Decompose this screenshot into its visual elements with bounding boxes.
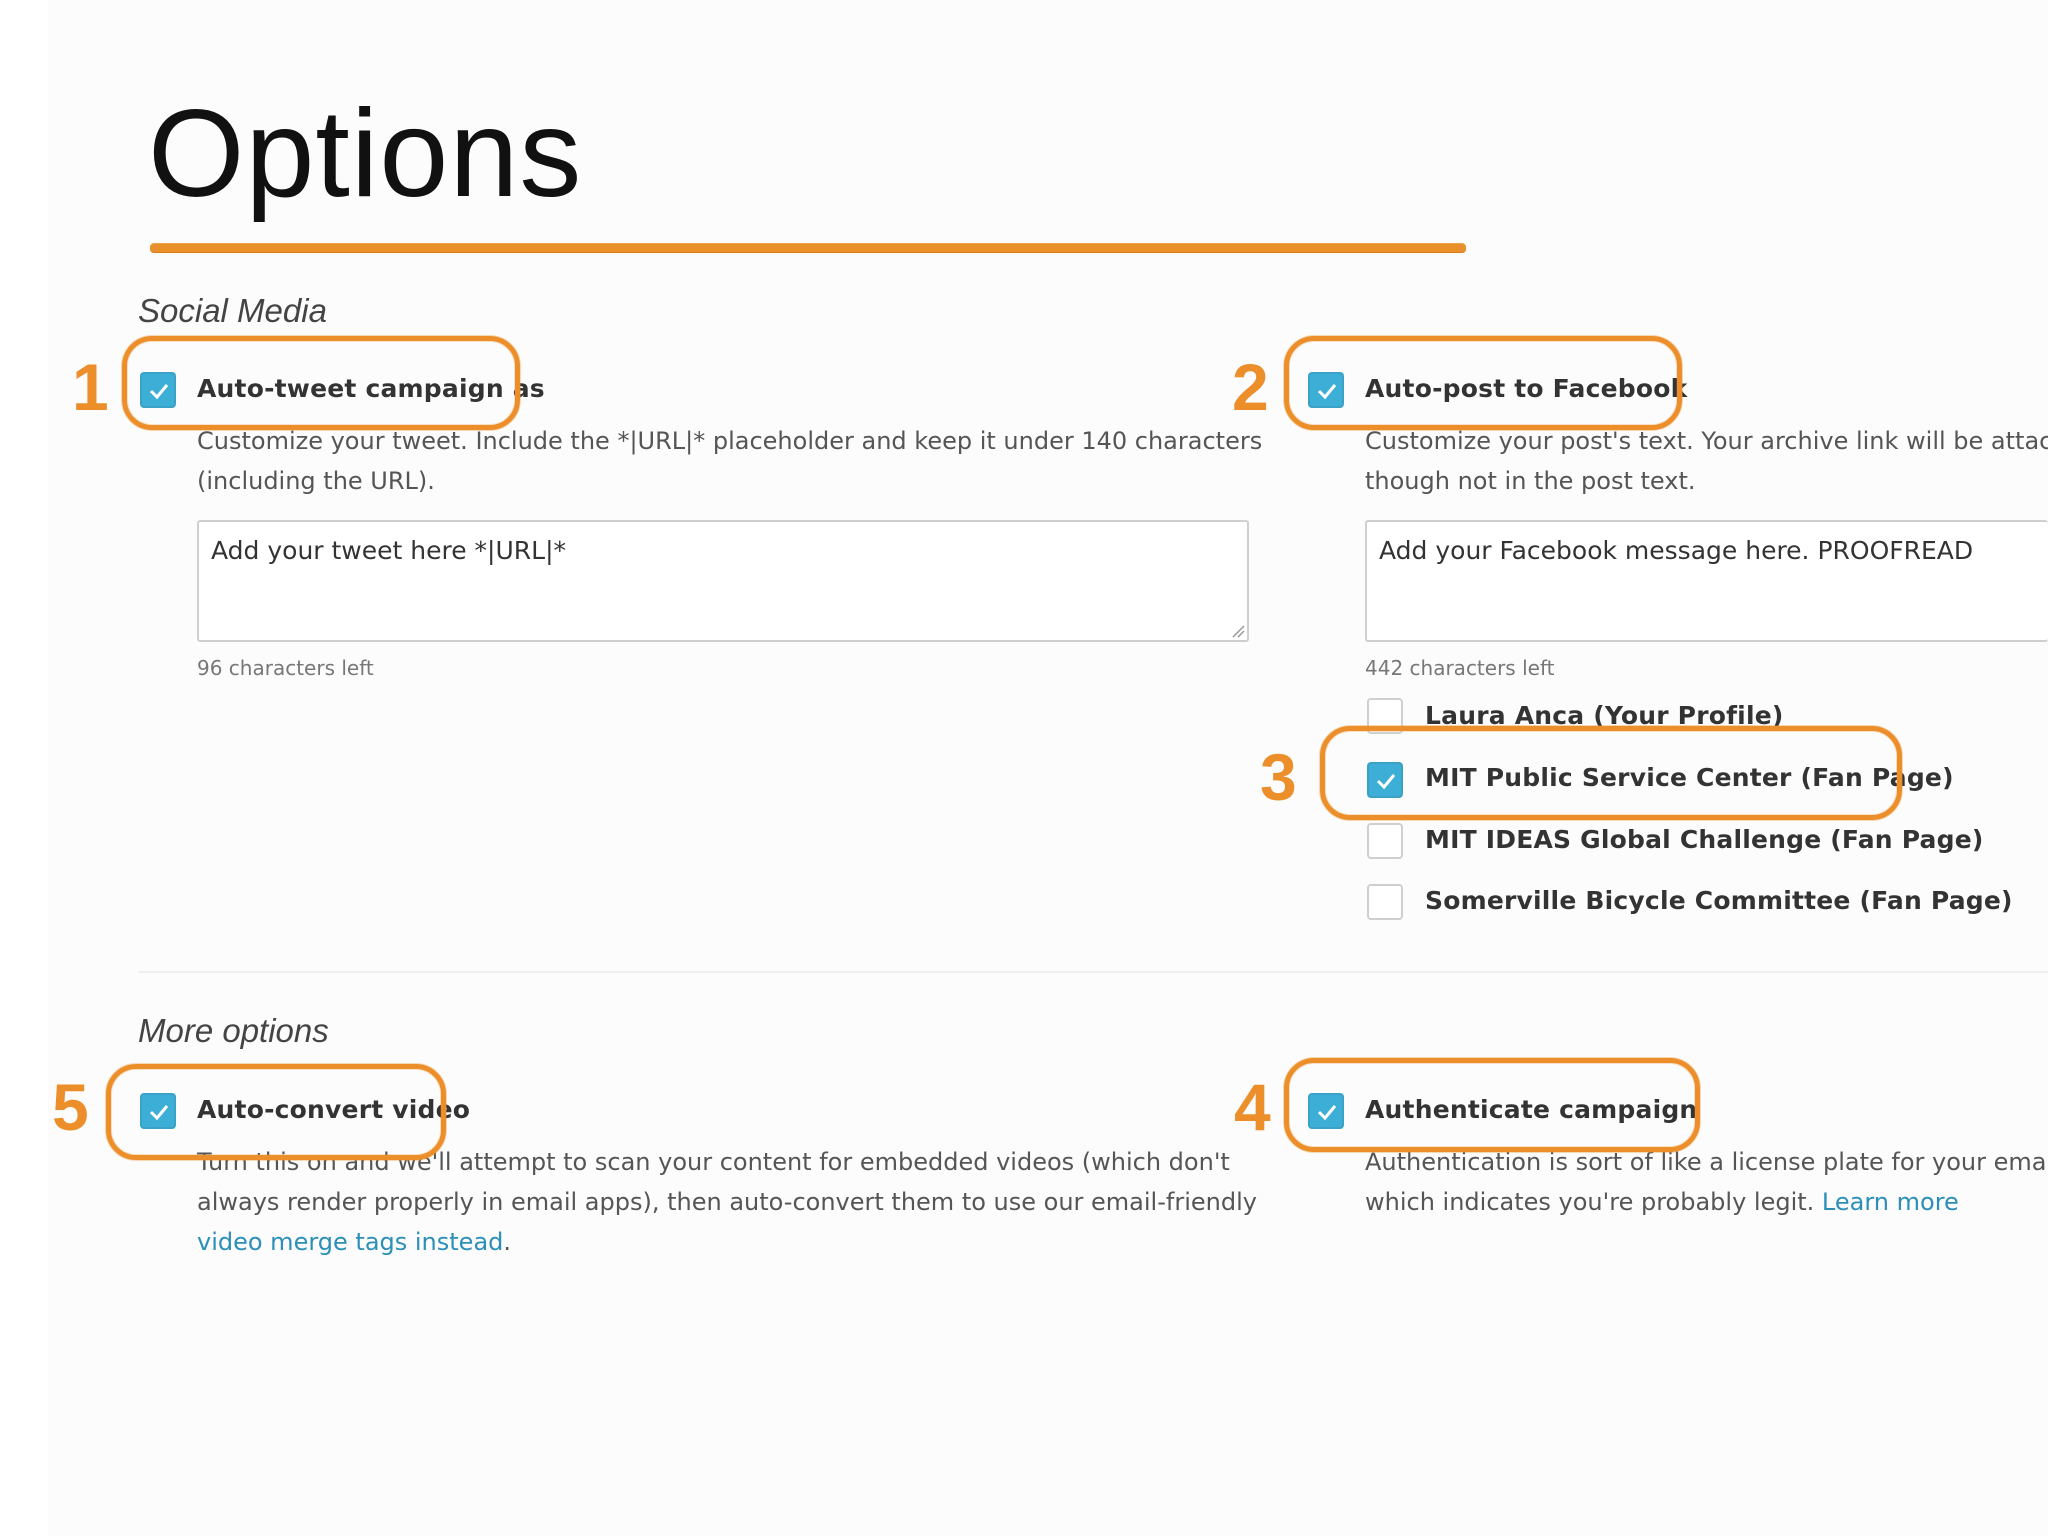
facebook-chars-left: 442 characters left: [1365, 656, 1555, 680]
title-underline: [150, 244, 1466, 252]
callout-number-1: 1: [72, 350, 109, 424]
video-description-line3: video merge tags instead.: [197, 1222, 1257, 1262]
page-checkbox-mit-ideas[interactable]: [1367, 823, 1403, 859]
callout-number-4: 4: [1234, 1070, 1271, 1144]
auto-tweet-description-line2: (including the URL).: [197, 467, 435, 495]
resize-grip-icon[interactable]: [1231, 624, 1245, 638]
callout-number-5: 5: [52, 1070, 89, 1144]
facebook-textarea-value: Add your Facebook message here. PROOFREA…: [1379, 536, 1974, 565]
callout-number-3: 3: [1260, 740, 1297, 814]
callout-ring-5: [106, 1064, 446, 1160]
callout-ring-1: [122, 336, 520, 430]
social-media-heading: Social Media: [138, 292, 327, 329]
section-divider: [138, 971, 2048, 973]
callout-ring-2: [1284, 336, 1682, 430]
learn-more-link[interactable]: Learn more: [1822, 1188, 1959, 1216]
tweet-textarea-value: Add your tweet here *|URL|*: [211, 536, 566, 565]
video-merge-tags-link[interactable]: video merge tags instead: [197, 1228, 503, 1256]
authenticate-description-line2: which indicates you're probably legit. L…: [1365, 1182, 2048, 1222]
page-label-somerville-bicycle: Somerville Bicycle Committee (Fan Page): [1425, 886, 2013, 915]
video-description-end: .: [503, 1228, 512, 1256]
video-description-line2: always render properly in email apps), t…: [197, 1188, 1257, 1216]
more-options-heading: More options: [138, 1012, 329, 1049]
page-label-mit-ideas: MIT IDEAS Global Challenge (Fan Page): [1425, 825, 1984, 854]
tweet-textarea[interactable]: Add your tweet here *|URL|*: [197, 520, 1249, 642]
callout-ring-4: [1284, 1058, 1700, 1152]
callout-number-2: 2: [1232, 350, 1269, 424]
facebook-description-line2: though not in the post text.: [1365, 467, 1696, 495]
auto-post-facebook-description: Customize your post's text. Your archive…: [1365, 421, 2048, 501]
callout-ring-3: [1320, 726, 1902, 820]
authenticate-description-line2-text: which indicates you're probably legit.: [1365, 1188, 1815, 1216]
authenticate-description: Authentication is sort of like a license…: [1365, 1142, 2048, 1222]
auto-convert-video-description: Turn this on and we'll attempt to scan y…: [197, 1142, 1257, 1262]
slide-title: Options: [148, 85, 583, 223]
page-checkbox-somerville-bicycle[interactable]: [1367, 884, 1403, 920]
tweet-chars-left: 96 characters left: [197, 656, 374, 680]
auto-tweet-description: Customize your tweet. Include the *|URL|…: [197, 421, 1262, 501]
facebook-textarea[interactable]: Add your Facebook message here. PROOFREA…: [1365, 520, 2048, 642]
